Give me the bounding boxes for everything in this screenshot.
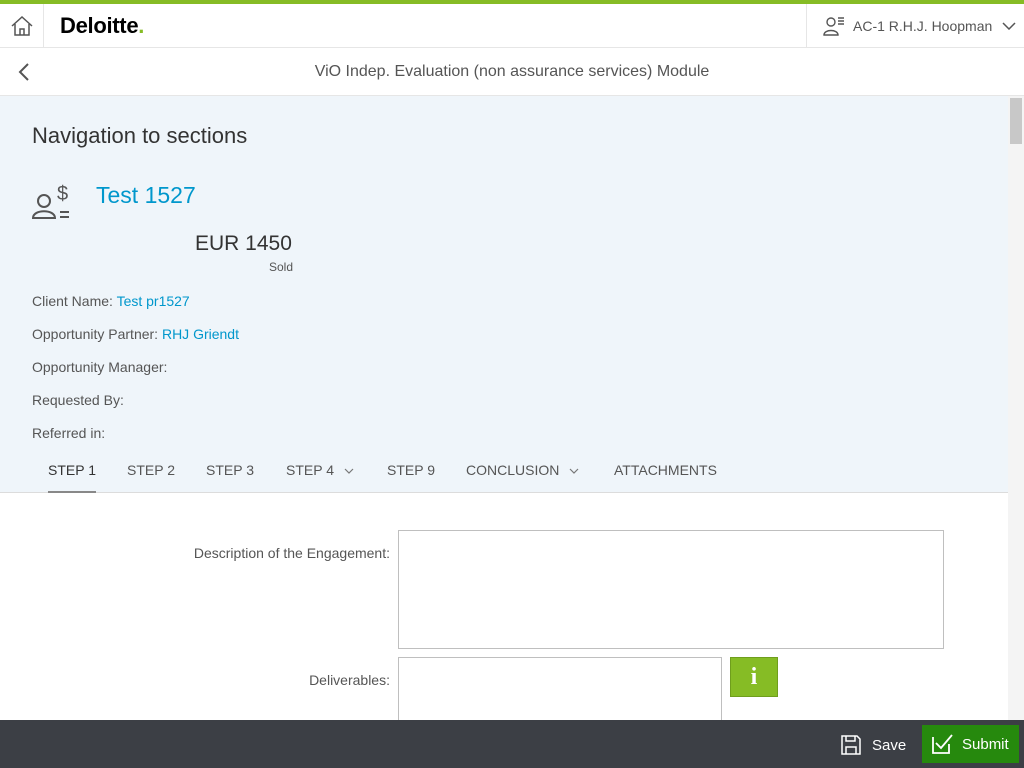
- submit-button[interactable]: Submit: [922, 725, 1019, 763]
- submit-label: Submit: [962, 735, 1009, 753]
- referred-in-label: Referred in:: [32, 425, 106, 441]
- tab-attachments[interactable]: ATTACHMENTS: [614, 453, 717, 493]
- section-title: Navigation to sections: [32, 123, 248, 148]
- page-title: ViO Indep. Evaluation (non assurance ser…: [314, 63, 710, 80]
- opportunity-partner-row: Opportunity Partner: RHJ Griendt: [32, 326, 239, 342]
- home-button[interactable]: [0, 4, 44, 48]
- chevron-left-icon: [18, 63, 29, 81]
- deloitte-logo: Deloitte.: [60, 13, 145, 38]
- action-footer: Save Submit: [0, 720, 1024, 768]
- tab-step-3[interactable]: STEP 3: [206, 453, 254, 493]
- client-name-row: Client Name: Test pr1527: [32, 293, 190, 309]
- scrollbar-thumb[interactable]: [1010, 98, 1022, 144]
- back-button[interactable]: [10, 58, 38, 86]
- tab-step-4[interactable]: STEP 4: [286, 453, 354, 493]
- tab-step-9[interactable]: STEP 9: [387, 453, 435, 493]
- step-tabs: STEP 1 STEP 2 STEP 3 STEP 4 STEP 9 CONCL…: [0, 453, 1008, 493]
- description-label: Description of the Engagement:: [193, 545, 390, 561]
- deliverables-label: Deliverables:: [309, 672, 390, 688]
- opportunity-manager-label: Opportunity Manager:: [32, 359, 168, 375]
- client-name-link[interactable]: Test pr1527: [117, 293, 190, 309]
- tab-step-2[interactable]: STEP 2: [127, 453, 175, 493]
- svg-text:$: $: [57, 183, 68, 205]
- info-button[interactable]: i: [730, 657, 778, 697]
- tab-conclusion[interactable]: CONCLUSION: [466, 453, 579, 493]
- save-button[interactable]: Save: [832, 728, 914, 762]
- chevron-down-icon: [1002, 22, 1016, 30]
- top-bar: Deloitte. AC-1 R.H.J. Hoopman: [0, 4, 1024, 48]
- opportunity-status: Sold: [268, 260, 293, 274]
- tab-step-1[interactable]: STEP 1: [48, 453, 96, 493]
- referred-in-row: Referred in:: [32, 425, 105, 441]
- opportunity-name[interactable]: Test 1527: [96, 182, 196, 209]
- tab-step-4-label: STEP 4: [286, 462, 334, 478]
- save-label: Save: [872, 736, 907, 754]
- title-bar: ViO Indep. Evaluation (non assurance ser…: [0, 48, 1024, 96]
- home-icon: [10, 15, 33, 36]
- opportunity-amount: EUR 1450: [195, 232, 292, 255]
- info-icon: i: [750, 663, 758, 690]
- opportunity-manager-row: Opportunity Manager:: [32, 359, 167, 375]
- chevron-down-icon: [569, 468, 579, 475]
- user-list-icon: [823, 17, 844, 36]
- requested-by-row: Requested By:: [32, 392, 124, 408]
- client-name-label: Client Name:: [32, 293, 113, 309]
- user-name: AC-1 R.H.J. Hoopman: [853, 18, 993, 34]
- description-textarea[interactable]: [398, 530, 944, 649]
- tab-conclusion-label: CONCLUSION: [466, 462, 560, 478]
- opportunity-summary: Navigation to sections $ Test 1527 EUR 1…: [0, 96, 1008, 493]
- vertical-scrollbar[interactable]: [1008, 96, 1024, 720]
- chevron-down-icon: [344, 468, 354, 475]
- main-content: Navigation to sections $ Test 1527 EUR 1…: [0, 96, 1008, 720]
- requested-by-label: Requested By:: [32, 392, 124, 408]
- save-icon: [841, 735, 861, 755]
- checkbox-check-icon: [932, 734, 953, 754]
- user-menu[interactable]: AC-1 R.H.J. Hoopman: [806, 4, 1024, 48]
- deliverables-textarea[interactable]: [398, 657, 722, 720]
- opportunity-partner-label: Opportunity Partner:: [32, 326, 159, 342]
- client-dollar-icon: $: [31, 183, 69, 219]
- opportunity-partner-link[interactable]: RHJ Griendt: [162, 326, 239, 342]
